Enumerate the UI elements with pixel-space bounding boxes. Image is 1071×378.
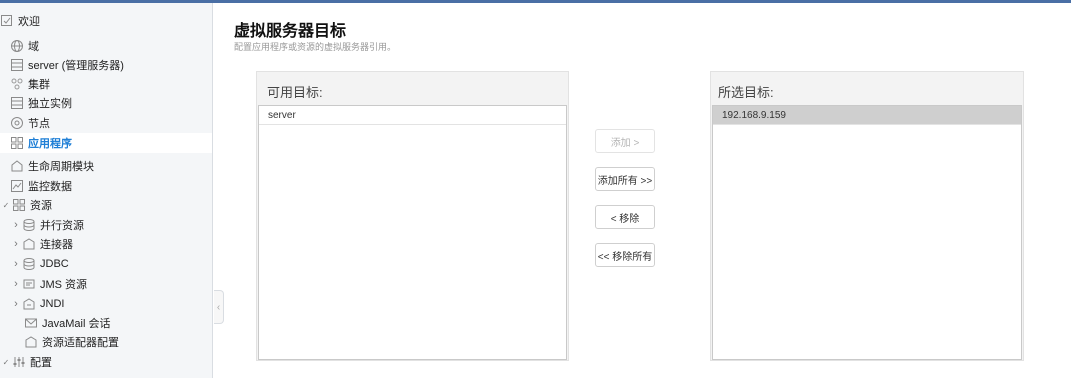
sidebar-item-javamail-sessions[interactable]: JavaMail 会话	[0, 313, 212, 333]
mail-icon	[24, 316, 38, 330]
instance-icon	[10, 96, 24, 110]
sidebar-item-label: 资源	[30, 200, 52, 212]
lifecycle-icon	[10, 159, 24, 173]
monitoring-icon	[10, 179, 24, 193]
sidebar-item-applications[interactable]: 应用程序	[0, 133, 212, 153]
sidebar-item-domain[interactable]: 域	[0, 36, 212, 56]
expanded-caret-icon[interactable]: ✓	[0, 358, 12, 367]
cluster-icon	[10, 77, 24, 91]
sidebar-item-configurations[interactable]: ✓ 配置	[0, 352, 212, 372]
sidebar-item-label: 监控数据	[28, 181, 72, 193]
adapter-icon	[24, 335, 38, 349]
sidebar-item-clusters[interactable]: 集群	[0, 74, 212, 94]
add-button[interactable]: 添加 >	[595, 129, 655, 153]
sidebar-item-label: 并行资源	[40, 220, 84, 232]
sidebar-item-jdbc[interactable]: › JDBC	[0, 254, 212, 274]
sidebar-item-nodes[interactable]: 节点	[0, 113, 212, 133]
sidebar-item-label: 连接器	[40, 239, 73, 251]
sidebar-item-jndi[interactable]: › JNDI	[0, 294, 212, 314]
add-all-button[interactable]: 添加所有 >>	[595, 167, 655, 191]
applications-icon	[10, 136, 24, 150]
selected-targets-panel: 所选目标: 192.168.9.159	[710, 71, 1024, 361]
available-targets-header: 可用目标:	[267, 85, 323, 100]
chevron-left-icon: ‹	[216, 301, 221, 313]
expand-caret-icon[interactable]: ›	[10, 219, 22, 231]
database-icon	[22, 257, 36, 271]
sidebar-item-resources[interactable]: ✓ 资源	[0, 195, 212, 215]
list-item[interactable]: server	[259, 106, 566, 125]
sidebar-item-label: 资源适配器配置	[42, 337, 119, 349]
navigation-sidebar: 欢迎 域 server (管理服务器) 集群 独立实例 节点 应用程序 生命周期…	[0, 3, 213, 378]
sidebar-item-label: 生命周期模块	[28, 161, 94, 173]
list-item[interactable]: 192.168.9.159	[713, 106, 1021, 125]
sidebar-item-label: 集群	[28, 79, 50, 91]
sidebar-item-label: JMS 资源	[40, 279, 88, 291]
selected-targets-header: 所选目标:	[718, 85, 774, 100]
config-icon	[12, 355, 26, 369]
sidebar-item-welcome[interactable]: 欢迎	[0, 11, 212, 31]
sidebar-item-server[interactable]: server (管理服务器)	[0, 55, 212, 75]
node-icon	[10, 116, 24, 130]
sidebar-item-label: 欢迎	[18, 16, 40, 28]
sidebar-item-concurrent-resources[interactable]: › 并行资源	[0, 215, 212, 235]
expanded-caret-icon[interactable]: ✓	[0, 201, 12, 210]
expand-caret-icon[interactable]: ›	[10, 298, 22, 310]
sidebar-item-monitoring-data[interactable]: 监控数据	[0, 176, 212, 196]
connector-icon	[22, 237, 36, 251]
server-icon	[10, 58, 24, 72]
remove-all-button[interactable]: << 移除所有	[595, 243, 655, 267]
sidebar-item-label: 独立实例	[28, 98, 72, 110]
available-targets-list[interactable]: server	[258, 105, 567, 360]
sidebar-item-label: 配置	[30, 357, 52, 369]
sidebar-item-standalone-instances[interactable]: 独立实例	[0, 93, 212, 113]
sidebar-item-label: JavaMail 会话	[42, 318, 111, 330]
expand-caret-icon[interactable]: ›	[10, 258, 22, 270]
globe-icon	[10, 39, 24, 53]
expand-caret-icon[interactable]: ›	[10, 238, 22, 250]
sidebar-collapse-handle[interactable]: ‹	[214, 290, 224, 324]
sidebar-item-label: 节点	[28, 118, 50, 130]
sidebar-item-lifecycle-modules[interactable]: 生命周期模块	[0, 156, 212, 176]
database-icon	[22, 218, 36, 232]
sidebar-item-label: server (管理服务器)	[28, 60, 124, 72]
sidebar-item-label: 应用程序	[28, 138, 72, 150]
sidebar-item-resource-adapter-configs[interactable]: 资源适配器配置	[0, 332, 212, 352]
jms-icon	[22, 277, 36, 291]
sidebar-item-label: JDBC	[40, 258, 69, 270]
sidebar-item-jms-resources[interactable]: › JMS 资源	[0, 274, 212, 294]
page-title: 虚拟服务器目标	[234, 23, 347, 40]
remove-button[interactable]: < 移除	[595, 205, 655, 229]
available-targets-panel: 可用目标: server	[256, 71, 569, 361]
page-description: 配置应用程序或资源的虚拟服务器引用。	[234, 42, 397, 52]
expand-caret-icon[interactable]: ›	[10, 278, 22, 290]
selected-targets-list[interactable]: 192.168.9.159	[712, 105, 1022, 360]
resources-icon	[12, 198, 26, 212]
checkbox-icon	[0, 14, 14, 28]
sidebar-item-label: JNDI	[40, 298, 65, 310]
sidebar-item-connectors[interactable]: › 连接器	[0, 234, 212, 254]
sidebar-item-label: 域	[28, 41, 39, 53]
main-content: 虚拟服务器目标 配置应用程序或资源的虚拟服务器引用。 可用目标: server …	[232, 3, 1071, 378]
jndi-icon	[22, 297, 36, 311]
